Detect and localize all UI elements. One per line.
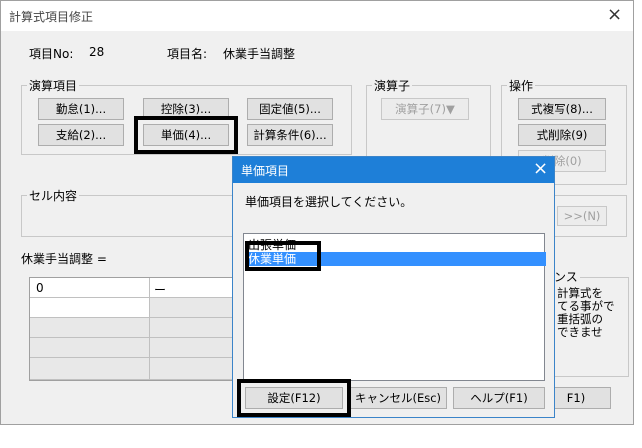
payment-button[interactable]: 支給(2)... (38, 124, 124, 146)
operation-items-title: 演算項目 (27, 77, 80, 94)
grid-cell[interactable] (150, 358, 234, 380)
advice-title: ンス (552, 268, 580, 285)
grid-cell[interactable] (30, 318, 150, 338)
unit-price-highlight (134, 116, 238, 154)
item-no-value: 28 (89, 45, 105, 59)
grid-header-cell: 0 (30, 278, 150, 298)
formula-label: 休業手当調整 = (21, 252, 107, 266)
advice-text: 計算式を てる事がで 重括弧の できませ (557, 287, 615, 339)
item-name-value: 休業手当調整 (223, 47, 296, 61)
help-button[interactable]: ヘルプ(F1) (453, 387, 545, 409)
operations-title: 操作 (507, 77, 536, 94)
operator-title: 演算子 (372, 77, 413, 94)
close-icon[interactable]: × (607, 5, 622, 25)
formula-grid[interactable]: 0 ー (29, 277, 235, 381)
unit-price-dialog: 単価項目 × 単価項目を選択してください。 出張単価 休業単価 設定(F12) … (232, 156, 555, 418)
selected-item-highlight (245, 241, 321, 271)
copy-formula-button[interactable]: 式複写(8)... (518, 98, 606, 120)
delete-formula-button[interactable]: 式削除(9) (518, 124, 606, 146)
advice-line: できませ (557, 325, 603, 339)
operator-dropdown[interactable]: 演算子(7)▼ (381, 98, 469, 120)
grid-cell[interactable] (150, 318, 234, 338)
grid-header-0: 0 (36, 281, 44, 295)
grid-cell[interactable] (150, 338, 234, 358)
dialog-title: 単価項目 (241, 164, 290, 178)
item-no-label: 項目No: (29, 47, 74, 61)
title-bar: 計算式項目修正 × (1, 1, 633, 31)
grid-header-cell: ー (150, 278, 234, 298)
grid-cell-selected[interactable] (30, 298, 150, 318)
dialog-prompt: 単価項目を選択してください。 (245, 195, 413, 209)
item-name-label: 項目名: (167, 47, 208, 61)
grid-header-1: ー (154, 283, 167, 297)
window-title: 計算式項目修正 (9, 10, 94, 24)
dialog-close-icon[interactable]: × (533, 158, 548, 179)
cell-content-title: セル内容 (27, 187, 80, 204)
grid-cell[interactable] (30, 358, 150, 380)
cancel-button[interactable]: キャンセル(Esc) (349, 387, 447, 409)
attendance-button[interactable]: 勤怠(1)... (38, 98, 124, 120)
dialog-title-bar: 単価項目 × (233, 157, 554, 183)
ok-button-highlight (237, 379, 351, 417)
next-button[interactable]: >>(N) (557, 206, 607, 226)
fixed-value-button[interactable]: 固定値(5)... (247, 98, 333, 120)
grid-cell[interactable] (30, 338, 150, 358)
calc-condition-button[interactable]: 計算条件(6)... (247, 124, 333, 146)
grid-cell[interactable] (150, 298, 234, 318)
